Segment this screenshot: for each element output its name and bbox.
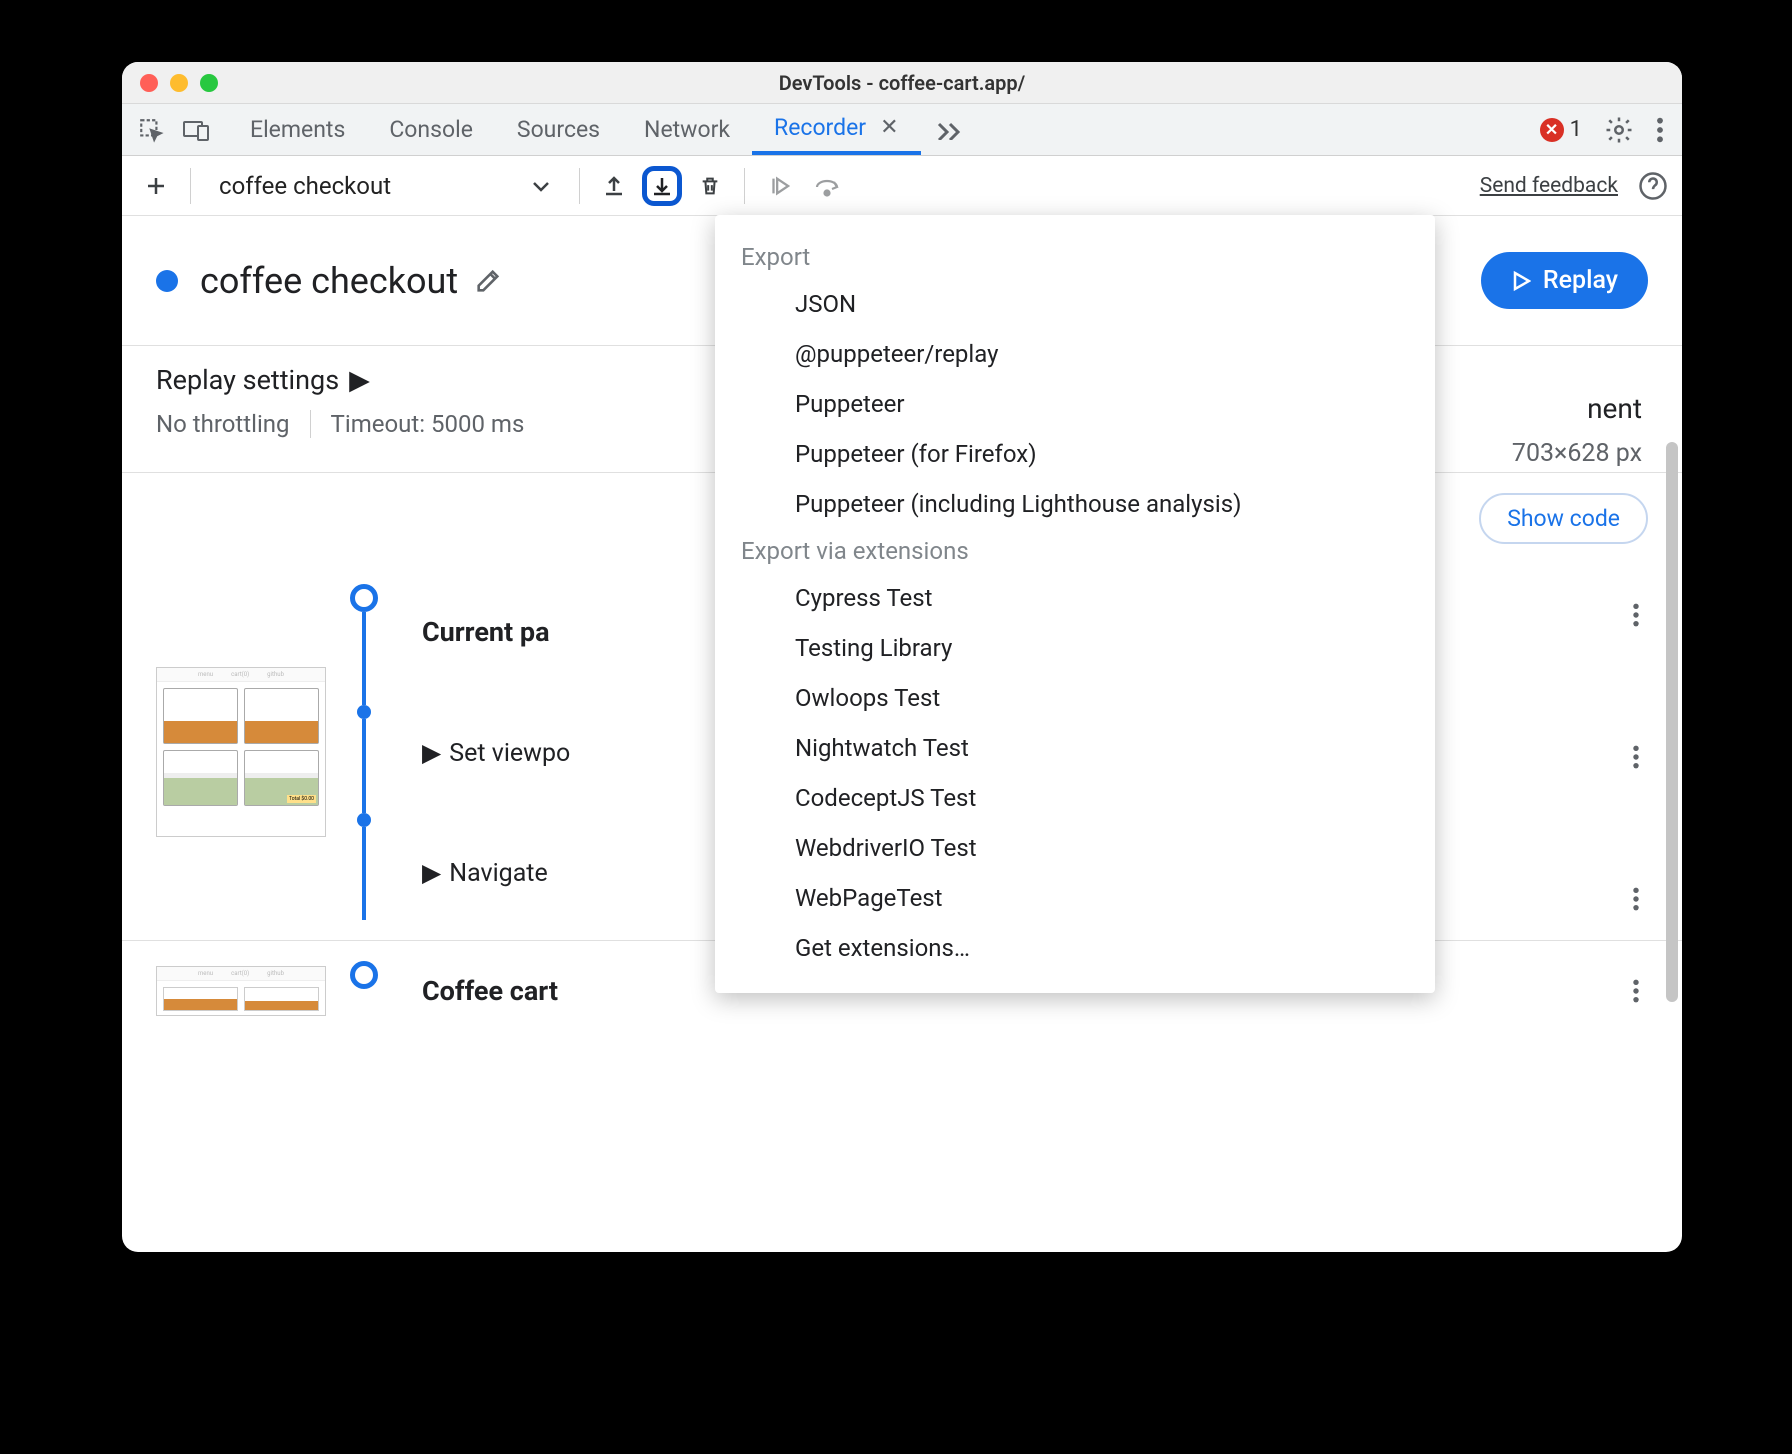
- step-label: Set viewpo: [449, 739, 570, 768]
- tab-label: Sources: [517, 116, 600, 143]
- kebab-menu-icon[interactable]: [1656, 116, 1664, 144]
- export-option-json[interactable]: JSON: [715, 279, 1435, 329]
- environment-info: nent 703×628 px: [1512, 392, 1642, 468]
- close-window-button[interactable]: [140, 74, 158, 92]
- recorder-toolbar: coffee checkout Send feedback: [122, 156, 1682, 216]
- step-label: Navigate: [449, 859, 548, 888]
- timeline-dot-icon: [357, 813, 371, 827]
- step-replay-button[interactable]: [759, 166, 799, 206]
- error-count: 1: [1570, 117, 1582, 142]
- traffic-lights: [140, 74, 218, 92]
- recording-indicator-dot: [156, 270, 178, 292]
- replay-button[interactable]: Replay: [1481, 252, 1648, 309]
- show-code-button[interactable]: Show code: [1479, 493, 1648, 544]
- error-count-badge[interactable]: ✕ 1: [1540, 117, 1582, 142]
- throttling-value: No throttling: [156, 410, 310, 438]
- step-menu-button[interactable]: [1624, 970, 1648, 1012]
- chevron-right-icon: ▶: [422, 858, 441, 888]
- tab-elements[interactable]: Elements: [228, 104, 367, 155]
- export-option-puppeteer-replay[interactable]: @puppeteer/replay: [715, 329, 1435, 379]
- step-thumbnail: menucart(0)github: [156, 966, 326, 1016]
- export-option-puppeteer[interactable]: Puppeteer: [715, 379, 1435, 429]
- export-option-cypress[interactable]: Cypress Test: [715, 573, 1435, 623]
- tab-recorder[interactable]: Recorder ✕: [752, 104, 921, 155]
- window-title: DevTools - coffee-cart.app/: [779, 71, 1026, 95]
- error-icon: ✕: [1540, 118, 1564, 142]
- close-tab-icon[interactable]: ✕: [880, 115, 898, 140]
- export-option-codeceptjs[interactable]: CodeceptJS Test: [715, 773, 1435, 823]
- show-code-label: Show code: [1507, 505, 1620, 532]
- step-menu-button[interactable]: [1624, 878, 1648, 920]
- tab-sources[interactable]: Sources: [495, 104, 622, 155]
- export-option-get-extensions[interactable]: Get extensions…: [715, 923, 1435, 973]
- step-over-button[interactable]: [807, 166, 847, 206]
- replay-button-label: Replay: [1543, 266, 1618, 295]
- new-recording-button[interactable]: [136, 166, 176, 206]
- titlebar: DevTools - coffee-cart.app/: [122, 62, 1682, 104]
- inspect-icon[interactable]: [138, 117, 164, 143]
- divider: [190, 168, 191, 204]
- step-menu-button[interactable]: [1624, 736, 1648, 778]
- chevron-right-icon: ▶: [422, 738, 441, 768]
- devtools-window: DevTools - coffee-cart.app/ Elements Con…: [122, 62, 1682, 1252]
- export-option-owloops[interactable]: Owloops Test: [715, 673, 1435, 723]
- environment-dimensions: 703×628 px: [1512, 439, 1642, 468]
- scrollbar[interactable]: [1666, 442, 1678, 1002]
- export-option-webpagetest[interactable]: WebPageTest: [715, 873, 1435, 923]
- tab-label: Recorder: [774, 114, 866, 141]
- more-tabs-button[interactable]: [921, 120, 977, 140]
- chevron-down-icon: [531, 179, 551, 193]
- menu-section-header: Export: [715, 235, 1435, 279]
- export-button[interactable]: [642, 166, 682, 206]
- edit-title-icon[interactable]: [474, 267, 502, 295]
- timeline-node-icon: [350, 961, 378, 989]
- recording-selector-label: coffee checkout: [219, 172, 391, 200]
- export-option-testing-library[interactable]: Testing Library: [715, 623, 1435, 673]
- export-option-puppeteer-lighthouse[interactable]: Puppeteer (including Lighthouse analysis…: [715, 479, 1435, 529]
- send-feedback-link[interactable]: Send feedback: [1480, 174, 1618, 198]
- step-thumbnail: menucart(0)github Total $0.00: [156, 667, 326, 837]
- tab-label: Network: [644, 116, 730, 143]
- tab-label: Elements: [250, 116, 345, 143]
- panel-tabs-bar: Elements Console Sources Network Recorde…: [122, 104, 1682, 156]
- maximize-window-button[interactable]: [200, 74, 218, 92]
- tab-console[interactable]: Console: [367, 104, 495, 155]
- tab-label: Console: [389, 116, 473, 143]
- help-icon[interactable]: [1638, 171, 1668, 201]
- chevron-right-icon: ▶: [349, 364, 370, 396]
- device-toggle-icon[interactable]: [182, 118, 210, 142]
- export-option-puppeteer-firefox[interactable]: Puppeteer (for Firefox): [715, 429, 1435, 479]
- timeout-value: Timeout: 5000 ms: [310, 410, 545, 438]
- import-button[interactable]: [594, 166, 634, 206]
- timeline-node-icon: [350, 584, 378, 612]
- environment-label: nent: [1512, 392, 1642, 425]
- menu-section-header: Export via extensions: [715, 529, 1435, 573]
- export-option-nightwatch[interactable]: Nightwatch Test: [715, 723, 1435, 773]
- export-option-webdriverio[interactable]: WebdriverIO Test: [715, 823, 1435, 873]
- settings-title-label: Replay settings: [156, 364, 339, 396]
- settings-gear-icon[interactable]: [1604, 115, 1634, 145]
- timeline-dot-icon: [357, 705, 371, 719]
- divider: [579, 168, 580, 204]
- recording-title: coffee checkout: [200, 260, 458, 302]
- minimize-window-button[interactable]: [170, 74, 188, 92]
- delete-button[interactable]: [690, 166, 730, 206]
- step-menu-button[interactable]: [1624, 594, 1648, 636]
- tab-network[interactable]: Network: [622, 104, 752, 155]
- recording-selector[interactable]: coffee checkout: [205, 172, 565, 200]
- divider: [744, 168, 745, 204]
- export-dropdown-menu: Export JSON @puppeteer/replay Puppeteer …: [715, 215, 1435, 993]
